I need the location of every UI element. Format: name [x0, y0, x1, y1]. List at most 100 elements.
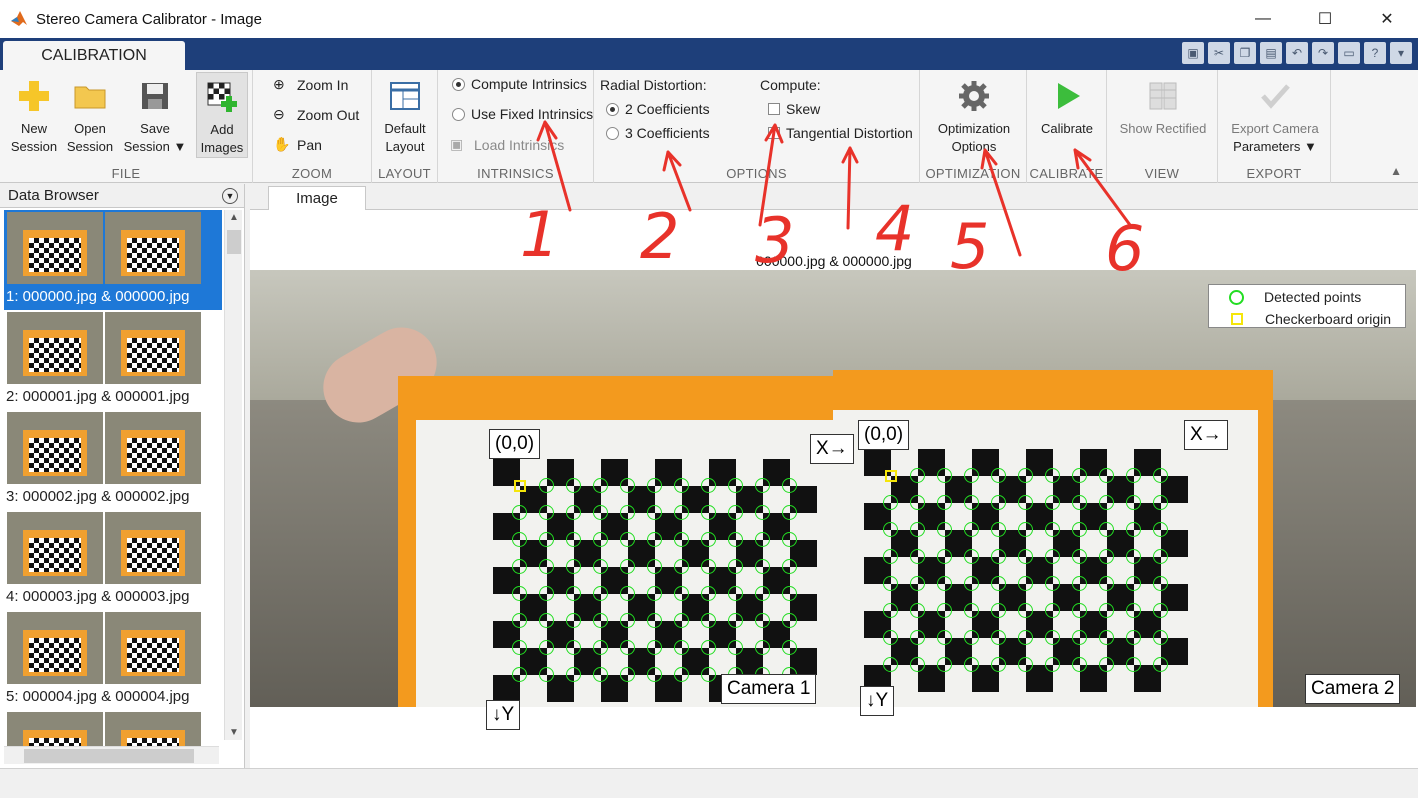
group-label-optimization: OPTIMIZATION — [925, 166, 1021, 181]
detected-point-marker — [620, 613, 635, 628]
skew-checkbox[interactable]: Skew — [768, 101, 820, 117]
detected-point-marker — [674, 613, 689, 628]
calibrate-button[interactable]: Calibrate — [1031, 78, 1103, 138]
add-images-button[interactable]: Add Images — [196, 72, 248, 158]
camera-1-image — [250, 270, 833, 707]
list-item[interactable]: 3: 000002.jpg & 000002.jpg — [4, 410, 222, 510]
window-layout-icon[interactable]: ▭ — [1338, 42, 1360, 64]
detected-point-marker — [701, 532, 716, 547]
list-item[interactable] — [4, 710, 222, 750]
undo-icon[interactable]: ↶ — [1286, 42, 1308, 64]
thumbnail-image — [105, 212, 201, 284]
detected-point-marker — [1099, 495, 1114, 510]
list-item[interactable]: 1: 000000.jpg & 000000.jpg — [4, 210, 222, 310]
tab-calibration[interactable]: CALIBRATION — [3, 41, 185, 70]
zoom-in-button[interactable]: ⊕ Zoom In — [273, 76, 348, 94]
detected-point-marker — [593, 532, 608, 547]
detected-point-marker — [620, 559, 635, 574]
panel-menu-icon[interactable]: ▼ — [222, 188, 238, 204]
legend-detected-points: Detected points — [1209, 287, 1405, 307]
pan-button[interactable]: ✋ Pan — [273, 136, 322, 154]
detected-point-marker — [647, 640, 662, 655]
tangential-distortion-checkbox[interactable]: Tangential Distortion — [768, 125, 913, 141]
two-coefficients-radio[interactable]: 2 Coefficients — [606, 101, 710, 117]
play-icon — [1058, 83, 1080, 109]
use-fixed-intrinsics-radio[interactable]: Use Fixed Intrinsics — [452, 106, 593, 122]
list-item[interactable]: 4: 000003.jpg & 000003.jpg — [4, 510, 222, 610]
detected-point-marker — [620, 505, 635, 520]
maximize-button[interactable]: ☐ — [1294, 0, 1356, 38]
detected-point-marker — [539, 613, 554, 628]
thumbnail-image — [7, 312, 103, 384]
detected-point-marker — [566, 478, 581, 493]
zoom-out-button[interactable]: ⊖ Zoom Out — [273, 106, 359, 124]
export-camera-parameters-button[interactable]: Export Camera Parameters ▼ — [1222, 78, 1328, 156]
detected-point-marker — [593, 478, 608, 493]
group-label-view: VIEW — [1144, 166, 1180, 181]
horizontal-scrollbar[interactable] — [4, 746, 219, 764]
matlab-logo-icon — [11, 11, 27, 26]
expand-icon[interactable]: ▾ — [1390, 42, 1412, 64]
collapse-ribbon-icon[interactable]: ▲ — [1390, 164, 1402, 178]
checkerboard-origin-marker — [885, 470, 897, 482]
group-label-options: OPTIONS — [726, 166, 787, 181]
image-canvas: 000000.jpg & 000000.jpg (0,0) X→ ↓Y Came… — [250, 210, 1418, 768]
zoom-in-icon: ⊕ — [273, 76, 285, 92]
checkerboard-origin-marker — [514, 480, 526, 492]
redo-icon[interactable]: ↷ — [1312, 42, 1334, 64]
save-session-button[interactable]: Save Session ▼ — [120, 78, 190, 156]
scrollbar-thumb[interactable] — [227, 230, 241, 254]
load-intrinsics-button[interactable]: ▣ Load Intrinsics — [450, 136, 564, 154]
detected-point-marker — [910, 630, 925, 645]
detected-point-marker — [728, 586, 743, 601]
minimize-button[interactable]: — — [1232, 0, 1294, 38]
detected-point-marker — [1153, 576, 1168, 591]
new-session-button[interactable]: New Session — [6, 78, 62, 156]
vertical-scrollbar[interactable]: ▲ ▼ — [224, 210, 242, 740]
help-icon[interactable]: ? — [1364, 42, 1386, 64]
compute-title: Compute: — [760, 77, 821, 93]
detected-point-marker — [512, 613, 527, 628]
radio-icon — [606, 126, 619, 140]
group-view: Show Rectified VIEW — [1107, 70, 1218, 183]
detected-point-marker — [620, 640, 635, 655]
thumbnail-image — [105, 312, 201, 384]
scroll-up-icon[interactable]: ▲ — [225, 212, 243, 223]
detected-point-marker — [566, 559, 581, 574]
list-item[interactable]: 5: 000004.jpg & 000004.jpg — [4, 610, 222, 710]
scrollbar-thumb[interactable] — [24, 749, 194, 763]
group-label-file: FILE — [111, 166, 141, 181]
detected-point-marker — [1072, 657, 1087, 672]
default-layout-button[interactable]: Default Layout — [376, 78, 434, 156]
detected-point-marker — [1072, 603, 1087, 618]
compute-intrinsics-radio[interactable]: Compute Intrinsics — [452, 76, 587, 92]
list-item[interactable]: 2: 000001.jpg & 000001.jpg — [4, 310, 222, 410]
optimization-options-button[interactable]: Optimization Options — [924, 78, 1024, 156]
scroll-down-icon[interactable]: ▼ — [225, 727, 243, 738]
detected-point-marker — [539, 640, 554, 655]
open-session-button[interactable]: Open Session — [62, 78, 118, 156]
copy-icon[interactable]: ❐ — [1234, 42, 1256, 64]
detected-point-marker — [1099, 657, 1114, 672]
close-button[interactable]: ✕ — [1356, 0, 1418, 38]
save-icon[interactable]: ▣ — [1182, 42, 1204, 64]
detected-point-marker — [755, 640, 770, 655]
group-export: Export Camera Parameters ▼ EXPORT — [1218, 70, 1331, 183]
detected-point-marker — [991, 657, 1006, 672]
detected-point-marker — [566, 532, 581, 547]
detected-point-marker — [937, 576, 952, 591]
detected-point-marker — [883, 495, 898, 510]
show-rectified-button[interactable]: Show Rectified — [1111, 78, 1215, 138]
detected-point-marker — [1018, 549, 1033, 564]
radial-distortion-title: Radial Distortion: — [600, 77, 707, 93]
origin-label: (0,0) — [858, 420, 910, 450]
paste-icon[interactable]: ▤ — [1260, 42, 1282, 64]
three-coefficients-radio[interactable]: 3 Coefficients — [606, 125, 710, 141]
detected-point-marker — [1099, 522, 1114, 537]
detected-point-marker — [566, 586, 581, 601]
tab-image[interactable]: Image — [268, 186, 366, 210]
cut-icon[interactable]: ✂ — [1208, 42, 1230, 64]
detected-point-marker — [782, 586, 797, 601]
data-browser-title: Data Browser — [8, 187, 99, 204]
detected-point-marker — [1153, 549, 1168, 564]
